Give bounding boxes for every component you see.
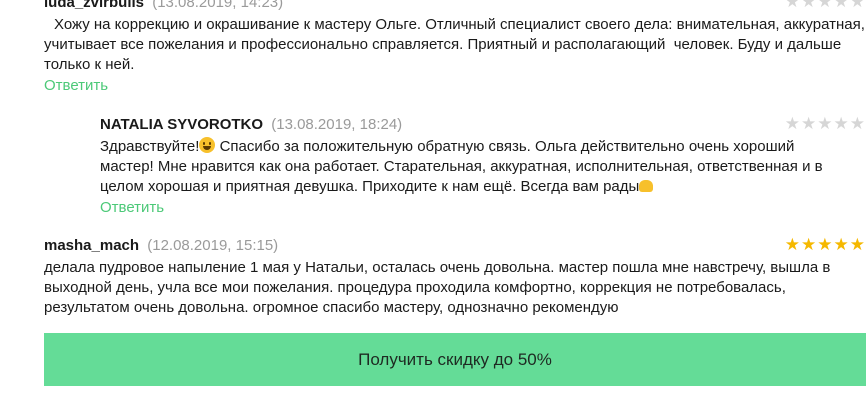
star-icon: ★ — [801, 0, 818, 11]
star-icon: ★ — [849, 0, 866, 11]
reply-link[interactable]: Ответить — [100, 198, 164, 218]
reply-link[interactable]: Ответить — [44, 76, 108, 96]
review-author[interactable]: luda_zvirbulis — [44, 0, 144, 11]
kiss-emoji-icon — [639, 180, 654, 192]
star-icon: ★ — [833, 235, 850, 254]
review-author[interactable]: masha_mach — [44, 237, 139, 254]
star-icon: ★ — [801, 235, 818, 254]
review-text-start: Здравствуйте! — [100, 138, 200, 155]
star-icon: ★ — [833, 0, 850, 11]
review-text: делала пудровое напыление 1 мая у Наталь… — [44, 259, 835, 316]
review-reply: NATALIA SYVOROTKO (13.08.2019, 18:24) ★★… — [100, 114, 866, 218]
review-item: luda_zvirbulis (13.08.2019, 14:23) ★★★★★… — [44, 0, 866, 96]
review-author[interactable]: NATALIA SYVOROTKO — [100, 116, 263, 133]
star-icon: ★ — [784, 114, 801, 133]
review-text: Хожу на коррекцию и окрашивание к мастер… — [44, 16, 865, 73]
star-icon: ★ — [784, 235, 801, 254]
review-text: Здравствуйте! Спасибо за положительную о… — [100, 137, 866, 197]
review-header: luda_zvirbulis (13.08.2019, 14:23) ★★★★★ — [44, 0, 866, 13]
rating-stars: ★★★★★ — [785, 0, 866, 12]
review-header: NATALIA SYVOROTKO (13.08.2019, 18:24) ★★… — [100, 114, 866, 135]
star-icon: ★ — [833, 114, 850, 133]
star-icon: ★ — [817, 0, 834, 11]
rating-stars: ★★★★★ — [785, 235, 866, 255]
star-icon: ★ — [817, 235, 834, 254]
star-icon: ★ — [849, 235, 866, 254]
star-icon: ★ — [801, 114, 818, 133]
review-header: masha_mach (12.08.2019, 15:15) ★★★★★ — [44, 235, 866, 256]
review-date: (13.08.2019, 14:23) — [152, 0, 284, 11]
review-item: masha_mach (12.08.2019, 15:15) ★★★★★ дел… — [44, 235, 866, 318]
review-date: (13.08.2019, 18:24) — [271, 116, 403, 133]
star-icon: ★ — [849, 114, 866, 133]
star-icon: ★ — [784, 0, 801, 11]
star-icon: ★ — [817, 114, 834, 133]
rating-stars: ★★★★★ — [785, 114, 866, 134]
grinning-face-emoji-icon — [199, 137, 216, 153]
review-date: (12.08.2019, 15:15) — [147, 237, 279, 254]
discount-button[interactable]: Получить скидку до 50% — [44, 333, 866, 386]
